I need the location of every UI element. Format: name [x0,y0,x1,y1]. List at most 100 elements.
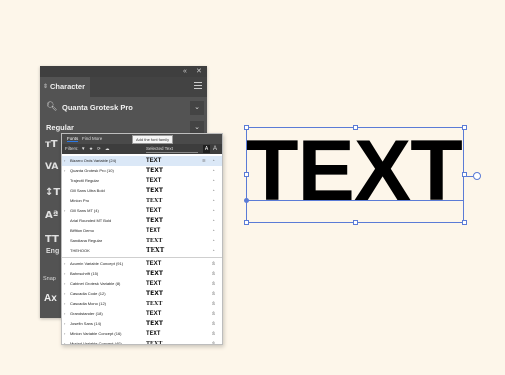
font-list-item[interactable]: Minion Pro TEXT ◔ [62,196,222,206]
font-source-icon: Ŝ [212,331,216,336]
font-list-item[interactable]: › Bahnschrift (15) TEXT Ŝ [62,269,222,279]
font-list-rows: › Bizarro Ords Variable (24) TEXT ◔ ≋ › Quanta… [62,156,222,345]
baseline-anchor[interactable] [244,198,249,203]
cloud-icon[interactable]: ☁ [105,144,110,154]
expand-chevron-icon[interactable]: › [64,259,65,269]
preview-size-small[interactable]: A [213,144,217,154]
expand-chevron-icon[interactable]: › [64,166,65,176]
handle-bottom-left[interactable] [244,220,249,225]
font-source-icon: ◔ [212,168,215,173]
font-list-item[interactable]: Sandiana Regular TEXT ◔ [62,236,222,246]
font-source-icon: ◔ [212,188,215,193]
add-font-tooltip: Add the font family [132,135,174,144]
font-name: Cascadia Mono (12) [70,301,107,306]
text-out-port[interactable] [473,172,481,180]
tab-find-more[interactable]: Find More [82,136,102,141]
font-list-item[interactable]: › Gill Sans MT (4) TEXT ◔ [62,206,222,216]
font-preview: TEXT [146,311,162,317]
font-source-icon: Ŝ [212,311,216,316]
expand-chevron-icon[interactable]: › [64,289,65,299]
font-list-item[interactable]: › Grandstander (18) TEXT Ŝ [62,309,222,319]
font-preview: TEXT [146,270,163,277]
close-icon[interactable]: ✕ [196,67,202,76]
expand-chevron-icon[interactable]: › [64,309,65,319]
preview-text-select[interactable]: Selected Text [146,146,198,153]
font-name: Trajectil Regular [70,178,99,183]
handle-top-right[interactable] [462,125,467,130]
filters-label: Filters: [65,146,79,151]
tab-fonts[interactable]: Fonts [67,136,79,142]
font-list-item[interactable]: › Acumin Variable Concept (91) TEXT Ŝ [62,259,222,269]
font-list-item[interactable]: Trajectil Regular TEXT ◔ [62,176,222,186]
tab-character[interactable]: ⇕ Character [40,77,90,97]
font-preview: TEXT [146,301,163,307]
font-preview: TEXT [146,320,163,327]
font-preview: TEXT [146,187,163,194]
expand-chevron-icon[interactable]: › [64,339,65,344]
expand-chevron-icon[interactable]: › [64,156,65,166]
preview-size-large[interactable]: A [203,145,210,153]
handle-middle-left[interactable] [244,172,249,177]
similar-fonts-icon[interactable]: ≋ [202,156,206,166]
handle-bottom-center[interactable] [353,220,358,225]
font-source-icon: Ŝ [212,281,216,286]
expand-chevron-icon[interactable]: › [64,299,65,309]
font-list-item[interactable]: › Minion Variable Concept (16) TEXT Ŝ [62,329,222,339]
snap-label[interactable]: Snap [43,276,56,282]
font-source-icon: ◔ [212,218,215,223]
font-preview: TEXT [146,281,162,287]
star-icon[interactable]: ★ [89,144,93,154]
font-family-field[interactable]: Quanta Grotesk Pro [62,101,186,115]
font-source-icon: Ŝ [212,301,216,306]
expand-chevron-icon[interactable]: › [64,329,65,339]
font-list-item[interactable]: › Cascadia Code (12) TEXT Ŝ [62,289,222,299]
collapse-icon[interactable]: « [183,67,187,76]
font-preview: TEXT [146,158,162,164]
handle-top-left[interactable] [244,125,249,130]
expand-chevron-icon[interactable]: › [64,269,65,279]
font-name: Josefin Sans (14) [70,321,102,326]
font-preview: TEXT [146,247,165,254]
font-preview: TEXT [146,238,163,244]
handle-bottom-right[interactable] [462,220,467,225]
panel-menu-icon[interactable] [194,82,202,89]
font-preview: TEXT [146,217,163,224]
type-style-label[interactable]: Ax [44,293,57,304]
font-list-item[interactable]: Arial Rounded MT Bold TEXT ◔ [62,216,222,226]
font-list-item[interactable]: Gill Sans Ultra Bold TEXT ◔ [62,186,222,196]
font-list-item[interactable]: › Cascadia Mono (12) TEXT Ŝ [62,299,222,309]
panel-tabbar: ⇕ Character [40,77,207,97]
font-name: Biffiton Demo [70,228,94,233]
font-name: Sandiana Regular [70,238,103,243]
font-list-item[interactable]: THEHOOK TEXT ◔ [62,246,222,256]
font-name: Arial Rounded MT Bold [70,218,112,223]
font-preview: TEXT [146,178,162,184]
search-icon[interactable]: 🔍︎ [46,101,57,112]
filter-icon[interactable]: ▼ [81,144,85,154]
expand-chevron-icon[interactable]: › [64,206,65,216]
font-source-icon: ◔ [212,228,215,233]
font-source-icon: ◔ [212,158,215,163]
font-name: Bahnschrift (15) [70,271,99,276]
recent-icon[interactable]: ⟳ [97,144,101,154]
handle-top-center[interactable] [353,125,358,130]
expand-chevron-icon[interactable]: › [64,279,65,289]
font-list-item[interactable]: › Myriad Variable Concept (40) TEXT Ŝ [62,339,222,345]
font-list-item[interactable]: › Bizarro Ords Variable (24) TEXT ◔ ≋ [62,156,222,166]
text-baseline [246,200,464,201]
font-list-item[interactable]: Biffiton Demo TEXT ◔ [62,226,222,236]
chevron-down-icon[interactable]: ⌄ [190,101,204,115]
grip-icon[interactable]: ⇕ [43,77,48,97]
font-source-icon: ◔ [212,178,215,183]
font-list-item[interactable]: › Josefin Sans (14) TEXT Ŝ [62,319,222,329]
font-source-icon: ◔ [212,248,215,253]
font-list-separator [62,257,222,258]
font-preview: TEXT [146,261,162,267]
expand-chevron-icon[interactable]: › [64,319,65,329]
panel-topbar: « ✕ [40,66,207,77]
font-list-item[interactable]: › Quanta Grotesk Pro (10) TEXT ◔ [62,166,222,176]
font-name: Myriad Variable Concept (40) [70,341,122,345]
font-list-item[interactable]: › Cabinet Grotesk Variable (8) TEXT Ŝ [62,279,222,289]
text-bounding-box [246,127,464,223]
font-name: Cascadia Code (12) [70,291,106,296]
